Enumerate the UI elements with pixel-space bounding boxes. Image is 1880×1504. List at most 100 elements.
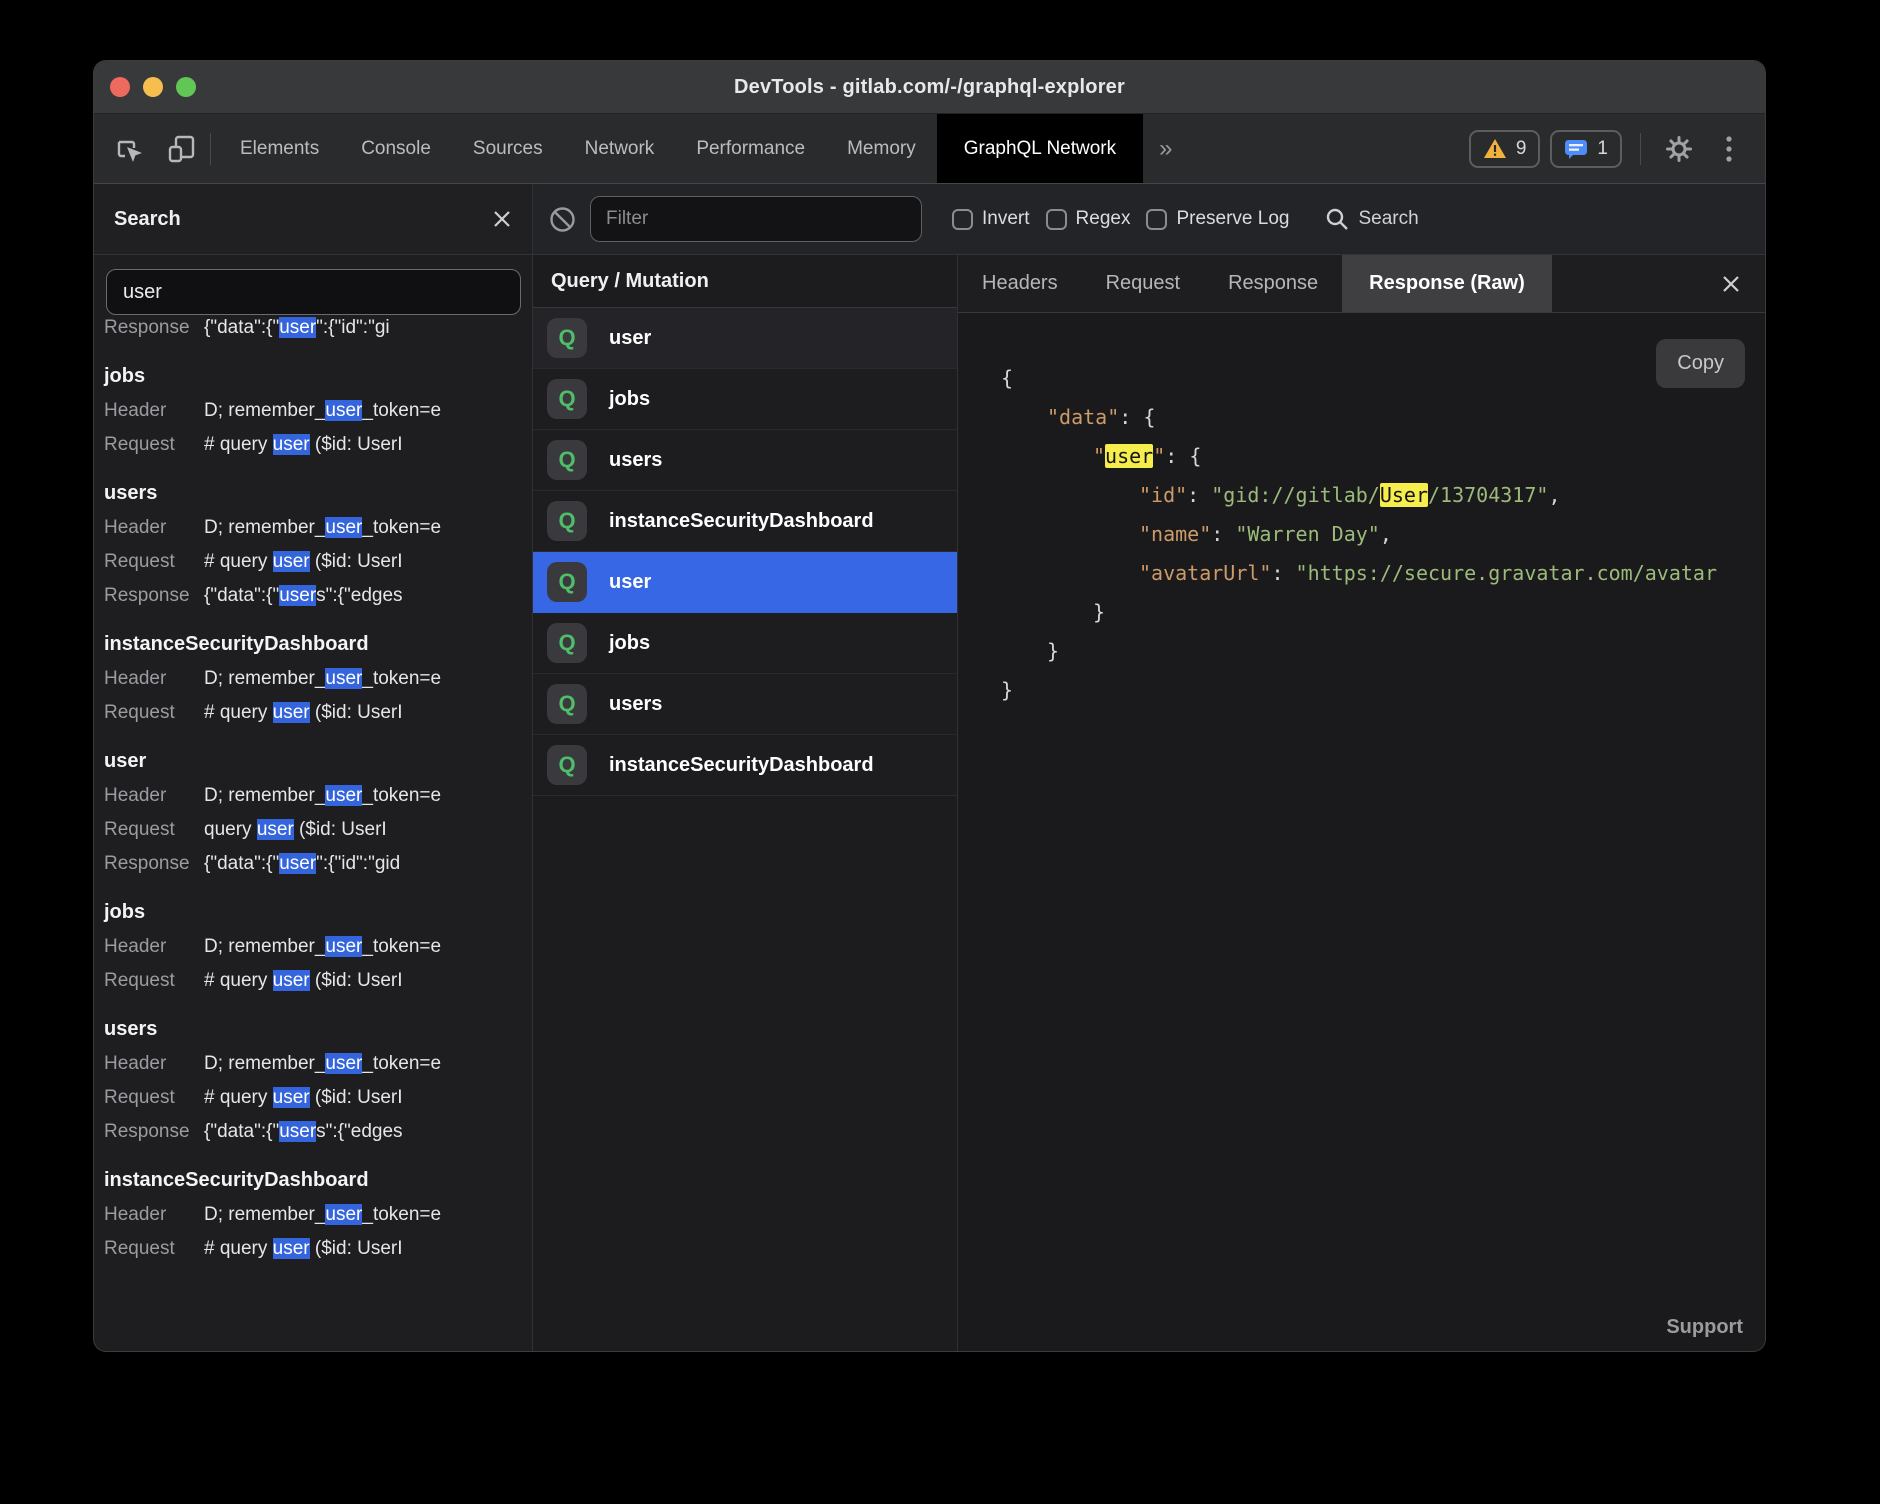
preserve-log-checkbox[interactable]: Preserve Log <box>1146 208 1289 230</box>
json-line: "avatarUrl": "https://secure.gravatar.co… <box>1001 554 1765 593</box>
query-item-label: users <box>609 449 662 472</box>
tab-response[interactable]: Response <box>1204 255 1342 312</box>
query-item-label: instanceSecurityDashboard <box>609 754 874 777</box>
search-result-group-title[interactable]: instanceSecurityDashboard <box>104 1162 522 1198</box>
messages-badge[interactable]: 1 <box>1550 130 1622 168</box>
response-raw-view: Copy {"data": {"user": {"id": "gid://git… <box>958 313 1765 1351</box>
search-result-label: Header <box>104 662 204 696</box>
tab-console[interactable]: Console <box>340 114 452 183</box>
search-result-line[interactable]: HeaderD; remember_user_token=e <box>104 511 522 545</box>
search-result-line[interactable]: Request# query user ($id: UserI <box>104 428 522 462</box>
query-type-badge: Q <box>547 318 587 358</box>
match-highlight: user <box>273 970 310 991</box>
kebab-menu-icon[interactable] <box>1709 129 1749 169</box>
match-highlight: user <box>325 668 362 689</box>
detail-tab-bar: HeadersRequestResponseResponse (Raw) <box>958 255 1765 313</box>
search-input[interactable] <box>106 269 521 315</box>
support-link[interactable]: Support <box>1666 1316 1743 1339</box>
json-line: "id": "gid://gitlab/User/13704317", <box>1001 476 1765 515</box>
query-item-users[interactable]: Qusers <box>533 430 957 491</box>
close-detail-icon[interactable] <box>1697 255 1765 312</box>
more-tabs-chevron-icon[interactable]: » <box>1143 114 1188 183</box>
query-type-badge: Q <box>547 562 587 602</box>
query-item-user[interactable]: Quser <box>533 308 957 369</box>
tab-memory[interactable]: Memory <box>826 114 937 183</box>
query-item-jobs[interactable]: Qjobs <box>533 369 957 430</box>
search-result-group-title[interactable]: jobs <box>104 358 522 394</box>
json-line: "name": "Warren Day", <box>1001 515 1765 554</box>
search-result-group-title[interactable]: users <box>104 1011 522 1047</box>
status-badges: 9 1 <box>1469 114 1765 183</box>
search-result-line[interactable]: Requestquery user ($id: UserI <box>104 813 522 847</box>
match-highlight: user <box>257 819 294 840</box>
close-window-button[interactable] <box>110 77 130 97</box>
search-result-label: Header <box>104 1198 204 1232</box>
search-result-line[interactable]: HeaderD; remember_user_token=e <box>104 394 522 428</box>
query-item-label: user <box>609 327 651 350</box>
search-result-group-title[interactable]: jobs <box>104 894 522 930</box>
tab-sources[interactable]: Sources <box>452 114 564 183</box>
minimize-window-button[interactable] <box>143 77 163 97</box>
search-result-line[interactable]: Request# query user ($id: UserI <box>104 964 522 998</box>
query-item-user[interactable]: Quser <box>533 552 957 613</box>
regex-checkbox-box[interactable] <box>1046 209 1067 230</box>
search-result-line[interactable]: Request# query user ($id: UserI <box>104 1232 522 1266</box>
search-result-line[interactable]: HeaderD; remember_user_token=e <box>104 779 522 813</box>
search-result-line[interactable]: Response{"data":{"user":{"id":"gid <box>104 847 522 881</box>
regex-checkbox[interactable]: Regex <box>1046 208 1131 230</box>
tab-graphql-network[interactable]: GraphQL Network <box>937 114 1143 183</box>
search-result-line[interactable]: Response{"data":{"users":{"edges <box>104 1115 522 1149</box>
match-highlight: user <box>273 1087 310 1108</box>
search-result-label: Request <box>104 964 204 998</box>
copy-button[interactable]: Copy <box>1656 339 1745 388</box>
query-list: QuserQjobsQusersQinstanceSecurityDashboa… <box>533 308 957 796</box>
query-item-users[interactable]: Qusers <box>533 674 957 735</box>
match-highlight: user <box>325 400 362 421</box>
search-result-label: Header <box>104 1047 204 1081</box>
search-result-line[interactable]: HeaderD; remember_user_token=e <box>104 1047 522 1081</box>
close-search-panel-icon[interactable] <box>492 209 512 229</box>
regex-checkbox-label: Regex <box>1076 208 1131 230</box>
zoom-window-button[interactable] <box>176 77 196 97</box>
search-result-line[interactable]: Request# query user ($id: UserI <box>104 1081 522 1115</box>
search-result-line[interactable]: HeaderD; remember_user_token=e <box>104 662 522 696</box>
search-result-line[interactable]: Response{"data":{"user":{"id":"gi <box>104 315 522 345</box>
settings-gear-icon[interactable] <box>1659 129 1699 169</box>
warnings-badge[interactable]: 9 <box>1469 130 1541 168</box>
invert-checkbox-box[interactable] <box>952 209 973 230</box>
search-result-group-title[interactable]: instanceSecurityDashboard <box>104 626 522 662</box>
filter-input[interactable] <box>590 196 922 242</box>
search-result-label: Header <box>104 511 204 545</box>
message-count: 1 <box>1597 138 1608 160</box>
preserve-log-checkbox-box[interactable] <box>1146 209 1167 230</box>
search-result-label: Response <box>104 1115 204 1149</box>
query-item-jobs[interactable]: Qjobs <box>533 613 957 674</box>
search-result-line[interactable]: Request# query user ($id: UserI <box>104 545 522 579</box>
tool-icons <box>94 114 202 183</box>
tab-elements[interactable]: Elements <box>219 114 340 183</box>
tab-performance[interactable]: Performance <box>675 114 826 183</box>
match-highlight: user <box>279 1121 316 1142</box>
clear-log-icon[interactable] <box>549 206 576 233</box>
query-item-instancesecuritydashboard[interactable]: QinstanceSecurityDashboard <box>533 491 957 552</box>
tab-response-raw[interactable]: Response (Raw) <box>1342 255 1552 312</box>
device-toolbar-icon[interactable] <box>162 129 202 169</box>
inspect-element-icon[interactable] <box>108 129 148 169</box>
invert-checkbox[interactable]: Invert <box>952 208 1030 230</box>
search-result-group-title[interactable]: user <box>104 743 522 779</box>
search-toggle[interactable]: Search <box>1325 207 1418 231</box>
search-panel-header: Search <box>94 184 533 254</box>
search-result-line[interactable]: HeaderD; remember_user_token=e <box>104 930 522 964</box>
search-result-line[interactable]: Response{"data":{"users":{"edges <box>104 579 522 613</box>
search-result-line[interactable]: HeaderD; remember_user_token=e <box>104 1198 522 1232</box>
query-item-label: jobs <box>609 632 650 655</box>
query-list-header: Query / Mutation <box>533 255 957 308</box>
tab-network[interactable]: Network <box>564 114 676 183</box>
match-highlight: user <box>273 434 310 455</box>
search-result-group-title[interactable]: users <box>104 475 522 511</box>
search-result-line[interactable]: Request# query user ($id: UserI <box>104 696 522 730</box>
tab-headers[interactable]: Headers <box>958 255 1082 312</box>
tab-request[interactable]: Request <box>1082 255 1205 312</box>
search-result-label: Request <box>104 813 204 847</box>
query-item-instancesecuritydashboard[interactable]: QinstanceSecurityDashboard <box>533 735 957 796</box>
